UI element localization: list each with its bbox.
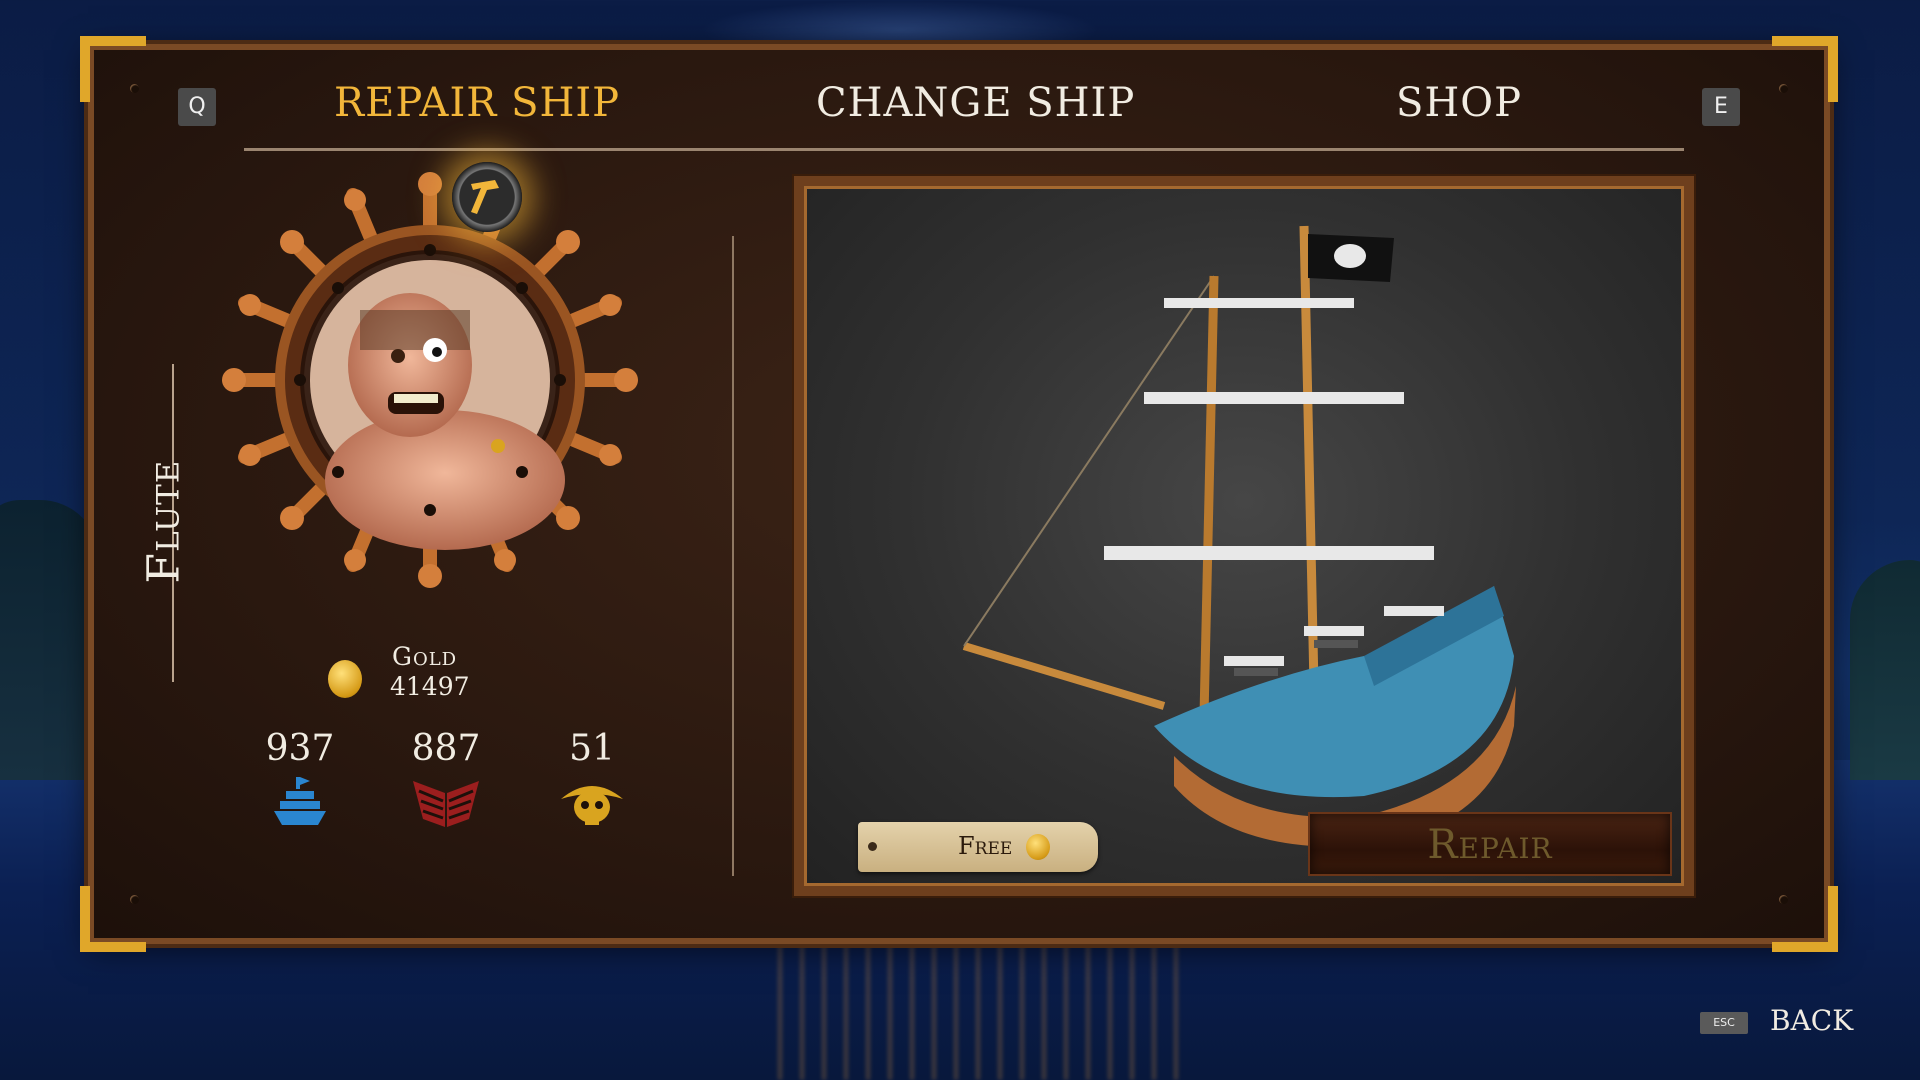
stat-armor: 887 [386, 728, 506, 829]
ship-model-icon [962, 225, 1516, 847]
stat-hull-value: 937 [265, 728, 335, 769]
rivet [130, 895, 139, 904]
stat-hull: 937 [240, 728, 360, 829]
esc-key[interactable]: ESC [1700, 1012, 1748, 1034]
column-divider [732, 236, 734, 876]
repair-button[interactable]: Repair [1308, 812, 1672, 876]
stat-armor-value: 887 [411, 728, 481, 769]
ship-preview-frame: Free Repair [794, 176, 1694, 896]
stat-crew: 51 [532, 728, 652, 829]
gold-coin-icon [1026, 834, 1050, 860]
ship-hull-icon [274, 777, 326, 825]
island-right [1850, 560, 1920, 780]
repair-ship-panel: Q REPAIR SHIP CHANGE SHIP SHOP E Flute G… [80, 36, 1838, 952]
gold-value: 41497 [390, 672, 470, 701]
tab-shop[interactable]: SHOP [1396, 80, 1522, 126]
tab-repair-ship[interactable]: REPAIR SHIP [334, 80, 620, 126]
tab-change-ship[interactable]: CHANGE SHIP [816, 80, 1135, 126]
back-button[interactable]: BACK [1770, 1004, 1853, 1037]
captain-portrait-wheel [210, 160, 650, 600]
pirate-skull-icon [561, 786, 623, 825]
pin-icon [868, 842, 877, 851]
prev-tab-key[interactable]: Q [178, 88, 216, 126]
gold-coin-icon [328, 660, 362, 698]
rivet [1779, 895, 1788, 904]
repair-cost-label: Free [958, 832, 1013, 860]
repair-hammer-badge [452, 162, 522, 232]
rivet [130, 84, 139, 93]
gold-label: Gold [392, 642, 458, 671]
armor-plating-icon [413, 781, 479, 827]
tab-divider [244, 148, 1684, 151]
island-left [0, 500, 100, 780]
rivet [1779, 84, 1788, 93]
repair-button-label: Repair [1427, 822, 1553, 868]
hammer-icon [471, 180, 499, 214]
next-tab-key[interactable]: E [1702, 88, 1740, 126]
water-reflection [760, 940, 1180, 1080]
ship-name: Flute [138, 459, 190, 584]
repair-cost-tag: Free [858, 822, 1098, 872]
stat-crew-value: 51 [569, 728, 615, 769]
